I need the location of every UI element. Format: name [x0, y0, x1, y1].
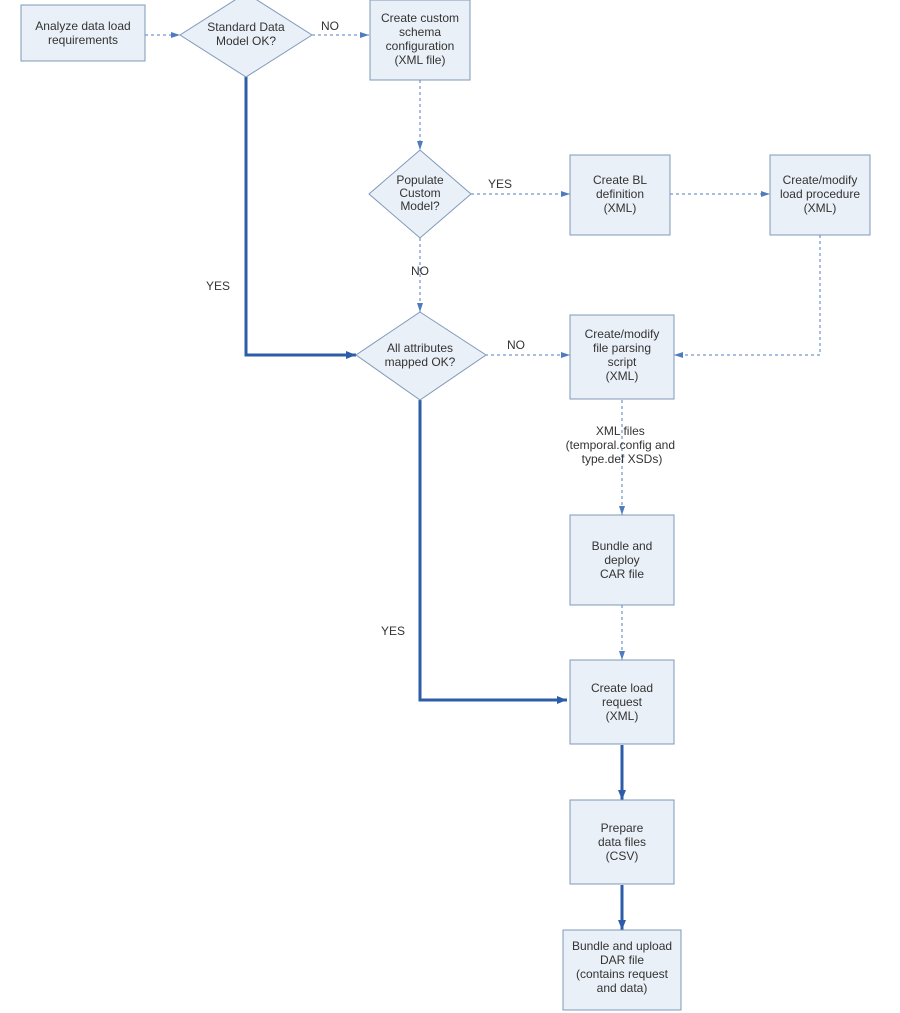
node-createSchema: Create customschemaconfiguration(XML fil…: [370, 0, 470, 80]
svg-text:PopulateCustomModel?: PopulateCustomModel?: [396, 173, 444, 213]
node-bundleCAR: Bundle anddeployCAR file: [570, 515, 674, 605]
svg-text:Standard DataModel OK?: Standard DataModel OK?: [207, 20, 285, 48]
node-parseScript: Create/modifyfile parsingscript(XML): [570, 315, 674, 399]
label-yes2: YES: [488, 177, 512, 191]
node-createLoadReq: Create loadrequest(XML): [570, 660, 674, 744]
node-createBL: Create BLdefinition(XML): [570, 155, 670, 235]
node-standardOK: Standard DataModel OK?: [180, 0, 312, 77]
label-no1: NO: [321, 19, 339, 33]
node-modifyLoad: Create/modifyload procedure(XML): [770, 155, 870, 235]
label-yes3: YES: [381, 624, 405, 638]
node-annotation: XML files (temporal.config and type.def …: [566, 424, 679, 466]
node-analyze: Analyze data loadrequirements: [21, 5, 145, 61]
node-attributesOK: All attributesmapped OK?: [356, 312, 486, 400]
label-no2: NO: [411, 264, 429, 278]
node-prepareCSV: Preparedata files(CSV): [570, 800, 674, 884]
svg-text:Analyze data loadrequirements: Analyze data loadrequirements: [35, 19, 130, 47]
edge-standardOK-to-attributesOK: [246, 76, 356, 355]
node-bundleDAR: Bundle and uploadDAR file(contains reque…: [563, 930, 681, 1010]
label-no3: NO: [507, 338, 525, 352]
label-yes1: YES: [206, 279, 230, 293]
edge-modifyLoad-to-parseScript: [674, 235, 820, 355]
edge-attributesOK-to-createLoadReq: [420, 400, 567, 700]
node-populate: PopulateCustomModel?: [369, 150, 471, 238]
flowchart-canvas: NO YES YES NO NO YES Analyze data loadre…: [0, 0, 900, 1013]
svg-text:XML files (temporal.conf: XML files (temporal.config and type.def …: [566, 424, 679, 466]
svg-text:All attributesmapped OK?: All attributesmapped OK?: [385, 341, 456, 369]
